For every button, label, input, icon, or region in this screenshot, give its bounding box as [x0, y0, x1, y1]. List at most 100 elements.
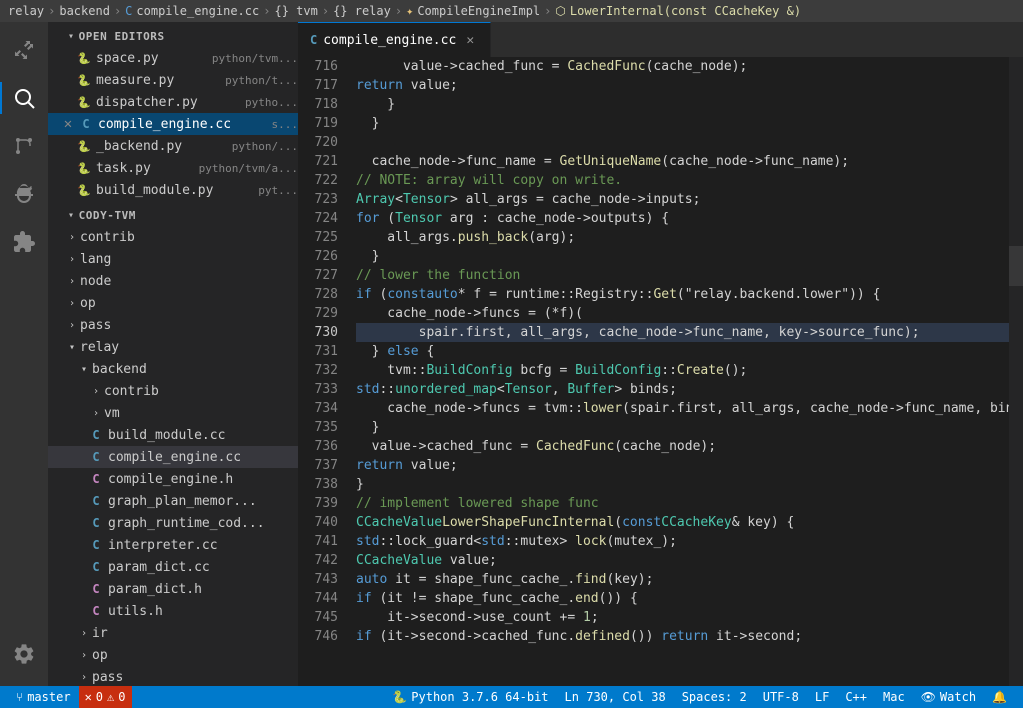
tab-close-icon[interactable]: ✕ — [462, 32, 478, 48]
folder-name: vm — [104, 406, 120, 421]
code-line: std::lock_guard<std::mutex> lock(mutex_)… — [356, 532, 1009, 551]
code-line — [356, 133, 1009, 152]
list-item[interactable]: C param_dict.cc — [48, 556, 298, 578]
sidebar-item-pass[interactable]: › pass — [48, 314, 298, 336]
code-line: for (Tensor arg : cache_node->outputs) { — [356, 209, 1009, 228]
spaces-label: Spaces: 2 — [682, 690, 747, 704]
sidebar-item-node[interactable]: › node — [48, 270, 298, 292]
folder-name: op — [92, 648, 108, 663]
folder-arrow-icon: › — [64, 295, 80, 311]
code-line: auto it = shape_func_cache_.find(key); — [356, 570, 1009, 589]
open-editors-header[interactable]: ▾ OPEN EDITORS — [48, 22, 298, 47]
code-line: it->second->use_count += 1; — [356, 608, 1009, 627]
close-icon[interactable]: ✕ — [60, 116, 76, 132]
sidebar-item-contrib[interactable]: › contrib — [48, 226, 298, 248]
line-ending-label: LF — [815, 690, 829, 704]
list-item[interactable]: C compile_engine.h — [48, 468, 298, 490]
file-name: build_module.py — [96, 183, 254, 198]
sidebar-item-backend-contrib[interactable]: › contrib — [48, 380, 298, 402]
code-line: } — [356, 114, 1009, 133]
list-item[interactable]: ✕ C compile_engine.cc s... — [48, 113, 298, 135]
folder-name: contrib — [104, 384, 159, 399]
activity-source-control[interactable] — [0, 122, 48, 170]
list-item[interactable]: C utils.h — [48, 600, 298, 622]
folder-name: lang — [80, 252, 111, 267]
status-bar: ⑂ master ✕ 0 ⚠ 0 🐍 Python 3.7.6 64-bit L… — [0, 686, 1023, 708]
status-spaces[interactable]: Spaces: 2 — [674, 686, 755, 708]
branch-icon: ⑂ — [16, 690, 23, 704]
minimap — [1009, 57, 1023, 686]
code-line: } else { — [356, 342, 1009, 361]
status-line-ending[interactable]: LF — [807, 686, 837, 708]
code-line: cache_node->funcs = (*f)( — [356, 304, 1009, 323]
list-item[interactable]: 🐍 build_module.py pyt... — [48, 179, 298, 201]
status-language-mode[interactable]: C++ — [837, 686, 875, 708]
list-item[interactable]: 🐍 space.py python/tvm... — [48, 47, 298, 69]
tab-compile-engine[interactable]: C compile_engine.cc ✕ — [298, 22, 491, 57]
folder-arrow-icon: › — [76, 669, 92, 685]
activity-explorer[interactable] — [0, 26, 48, 74]
sidebar-item-backend[interactable]: ▾ backend — [48, 358, 298, 380]
activity-bar — [0, 22, 48, 686]
folder-name: pass — [92, 670, 123, 685]
list-item[interactable]: C interpreter.cc — [48, 534, 298, 556]
file-detail: python/... — [232, 140, 298, 153]
activity-debug[interactable] — [0, 170, 48, 218]
code-content[interactable]: value->cached_func = CachedFunc(cache_no… — [348, 57, 1009, 686]
status-cursor[interactable]: Ln 730, Col 38 — [557, 686, 674, 708]
breadcrumb: relay › backend › C compile_engine.cc › … — [8, 4, 801, 18]
folder-name: relay — [80, 340, 119, 355]
list-item[interactable]: 🐍 task.py python/tvm/a... — [48, 157, 298, 179]
cpp-file-icon: C — [78, 116, 94, 132]
error-count: 0 — [96, 690, 103, 704]
h-file-icon: C — [88, 581, 104, 597]
file-detail: pytho... — [245, 96, 298, 109]
python-icon: 🐍 — [392, 690, 407, 704]
cpp-file-icon: C — [88, 449, 104, 465]
title-bar: relay › backend › C compile_engine.cc › … — [0, 0, 1023, 22]
file-detail: python/tvm... — [212, 52, 298, 65]
list-item[interactable]: C build_module.cc — [48, 424, 298, 446]
activity-extensions[interactable] — [0, 218, 48, 266]
activity-settings[interactable] — [0, 630, 48, 678]
sidebar-item-lang[interactable]: › lang — [48, 248, 298, 270]
status-encoding[interactable]: UTF-8 — [755, 686, 807, 708]
minimap-handle[interactable] — [1009, 246, 1023, 286]
list-item[interactable]: C graph_runtime_cod... — [48, 512, 298, 534]
language-mode-label: C++ — [845, 690, 867, 704]
code-line: cache_node->func_name = GetUniqueName(ca… — [356, 152, 1009, 171]
status-errors[interactable]: ✕ 0 ⚠ 0 — [79, 686, 132, 708]
status-branch[interactable]: ⑂ master — [8, 686, 79, 708]
file-name: utils.h — [108, 604, 298, 619]
status-watch[interactable]: 👁 Watch — [913, 686, 984, 708]
status-platform[interactable]: Mac — [875, 686, 913, 708]
sidebar-item-ir[interactable]: › ir — [48, 622, 298, 644]
tab-label: compile_engine.cc — [323, 33, 456, 48]
list-item[interactable]: 🐍 dispatcher.py pytho... — [48, 91, 298, 113]
list-item[interactable]: C compile_engine.cc — [48, 446, 298, 468]
code-line: if (const auto* f = runtime::Registry::G… — [356, 285, 1009, 304]
cpp-file-icon: C — [88, 493, 104, 509]
python-file-icon: 🐍 — [76, 50, 92, 66]
file-name: dispatcher.py — [96, 95, 241, 110]
sidebar-item-relay-pass[interactable]: › pass — [48, 666, 298, 686]
activity-search[interactable] — [0, 74, 48, 122]
file-name: task.py — [96, 161, 195, 176]
sidebar-item-backend-vm[interactable]: › vm — [48, 402, 298, 424]
python-file-icon: 🐍 — [76, 94, 92, 110]
code-line: return value; — [356, 456, 1009, 475]
sidebar: ▾ OPEN EDITORS 🐍 space.py python/tvm... … — [48, 22, 298, 686]
sidebar-item-op[interactable]: › op — [48, 292, 298, 314]
list-item[interactable]: C param_dict.h — [48, 578, 298, 600]
list-item[interactable]: 🐍 measure.py python/t... — [48, 69, 298, 91]
sidebar-item-relay[interactable]: ▾ relay — [48, 336, 298, 358]
status-bell[interactable]: 🔔 — [984, 686, 1015, 708]
list-item[interactable]: C graph_plan_memor... — [48, 490, 298, 512]
list-item[interactable]: 🐍 _backend.py python/... — [48, 135, 298, 157]
status-python[interactable]: 🐍 Python 3.7.6 64-bit — [384, 686, 556, 708]
folder-arrow-open-icon: ▾ — [76, 361, 92, 377]
python-file-icon: 🐍 — [76, 72, 92, 88]
code-line: cache_node->funcs = tvm::lower(spair.fir… — [356, 399, 1009, 418]
sidebar-item-relay-op[interactable]: › op — [48, 644, 298, 666]
cody-tvm-header[interactable]: ▾ CODY-TVM — [48, 201, 298, 226]
